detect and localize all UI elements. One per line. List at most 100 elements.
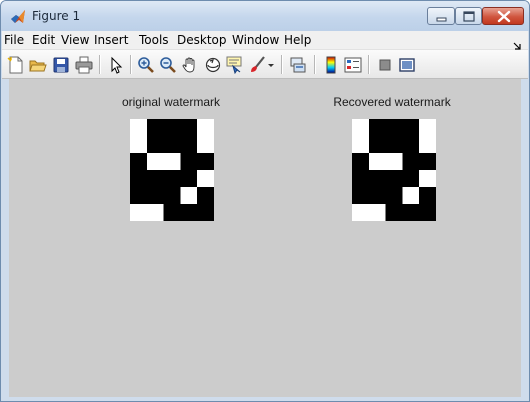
save-figure-icon[interactable] <box>52 56 70 74</box>
insert-colorbar-icon[interactable] <box>322 56 340 74</box>
close-button[interactable] <box>482 7 524 25</box>
watermark-pixel <box>130 119 148 137</box>
watermark-pixel <box>130 136 148 154</box>
watermark-pixel <box>197 204 214 221</box>
figure-toolbar <box>2 50 528 79</box>
toolbar-separator <box>281 55 282 74</box>
watermark-pixel <box>146 119 164 137</box>
data-cursor-icon[interactable] <box>226 56 244 74</box>
rotate-3d-icon[interactable] <box>204 56 222 74</box>
watermark-pixel <box>385 136 403 154</box>
watermark-pixel <box>385 187 403 205</box>
menu-help[interactable]: Help <box>284 33 311 47</box>
watermark-pixel <box>385 170 403 188</box>
watermark-pixel <box>352 204 370 221</box>
brush-dropdown-icon[interactable] <box>266 56 276 74</box>
menu-insert[interactable]: Insert <box>94 33 128 47</box>
watermark-pixel <box>402 153 420 171</box>
toolbar-separator <box>314 55 315 74</box>
brush-icon[interactable] <box>248 56 266 74</box>
watermark-pixel <box>197 170 214 188</box>
watermark-pixel <box>130 170 148 188</box>
watermark-pixel <box>180 153 198 171</box>
axes-title-recovered: Recovered watermark <box>333 95 451 109</box>
watermark-pixel <box>130 153 148 171</box>
recovered-watermark-image[interactable] <box>352 119 436 221</box>
menu-window[interactable]: Window <box>232 33 279 47</box>
watermark-pixel <box>163 187 181 205</box>
new-figure-icon[interactable] <box>7 56 25 74</box>
watermark-pixel <box>402 119 420 137</box>
watermark-pixel <box>368 187 386 205</box>
watermark-pixel <box>180 204 198 221</box>
link-plot-icon[interactable] <box>289 56 307 74</box>
watermark-pixel <box>368 170 386 188</box>
watermark-pixel <box>419 187 436 205</box>
watermark-pixel <box>146 153 164 171</box>
edit-plot-pointer-icon[interactable] <box>107 56 125 74</box>
menu-bar: File Edit View Insert Tools Desktop Wind… <box>2 31 528 50</box>
watermark-pixel <box>197 136 214 154</box>
figure-window: Figure 1 File Edit View Insert Tools Des… <box>0 0 530 402</box>
watermark-pixel <box>197 119 214 137</box>
watermark-pixel <box>368 204 386 221</box>
title-bar[interactable]: Figure 1 <box>1 1 529 31</box>
matlab-logo-icon <box>10 9 26 25</box>
watermark-pixel <box>163 153 181 171</box>
original-watermark-image[interactable] <box>130 119 214 221</box>
watermark-pixel <box>146 187 164 205</box>
zoom-out-icon[interactable] <box>159 56 177 74</box>
watermark-pixel <box>163 119 181 137</box>
watermark-pixel <box>385 119 403 137</box>
toolbar-separator <box>130 55 131 74</box>
menu-edit[interactable]: Edit <box>32 33 55 47</box>
menu-view[interactable]: View <box>61 33 89 47</box>
watermark-pixel <box>402 204 420 221</box>
watermark-pixel <box>352 153 370 171</box>
toolbar-separator <box>368 55 369 74</box>
watermark-pixel <box>146 170 164 188</box>
watermark-pixel <box>352 119 370 137</box>
insert-legend-icon[interactable] <box>344 56 362 74</box>
maximize-button[interactable] <box>455 7 482 25</box>
watermark-pixel <box>402 136 420 154</box>
watermark-pixel <box>368 136 386 154</box>
watermark-pixel <box>180 119 198 137</box>
watermark-pixel <box>163 136 181 154</box>
print-figure-icon[interactable] <box>75 56 93 74</box>
maximize-icon <box>463 11 475 22</box>
show-plot-tools-icon[interactable] <box>398 56 416 74</box>
watermark-pixel <box>385 204 403 221</box>
figure-canvas[interactable]: original watermark Recovered watermark <box>9 79 521 397</box>
open-file-icon[interactable] <box>29 56 47 74</box>
axes-title-original: original watermark <box>121 95 221 109</box>
watermark-pixel <box>419 136 436 154</box>
watermark-pixel <box>352 136 370 154</box>
watermark-pixel <box>163 204 181 221</box>
watermark-pixel <box>180 187 198 205</box>
menu-file[interactable]: File <box>4 33 24 47</box>
watermark-pixel <box>402 187 420 205</box>
watermark-pixel <box>419 119 436 137</box>
watermark-pixel <box>419 153 436 171</box>
minimize-button[interactable] <box>427 7 455 25</box>
menu-desktop[interactable]: Desktop <box>177 33 227 47</box>
watermark-pixel <box>180 136 198 154</box>
toolbar-separator <box>99 55 100 74</box>
watermark-pixel <box>402 170 420 188</box>
zoom-in-icon[interactable] <box>137 56 155 74</box>
menu-tools[interactable]: Tools <box>139 33 169 47</box>
pan-hand-icon[interactable] <box>181 56 199 74</box>
watermark-pixel <box>385 153 403 171</box>
minimize-icon <box>436 17 447 22</box>
close-icon <box>497 10 511 23</box>
hide-plot-tools-icon[interactable] <box>376 56 394 74</box>
watermark-pixel <box>197 153 214 171</box>
watermark-pixel <box>163 170 181 188</box>
watermark-pixel <box>352 187 370 205</box>
watermark-pixel <box>130 204 148 221</box>
watermark-pixel <box>368 153 386 171</box>
watermark-pixel <box>419 170 436 188</box>
watermark-pixel <box>146 136 164 154</box>
window-title: Figure 1 <box>32 9 81 23</box>
